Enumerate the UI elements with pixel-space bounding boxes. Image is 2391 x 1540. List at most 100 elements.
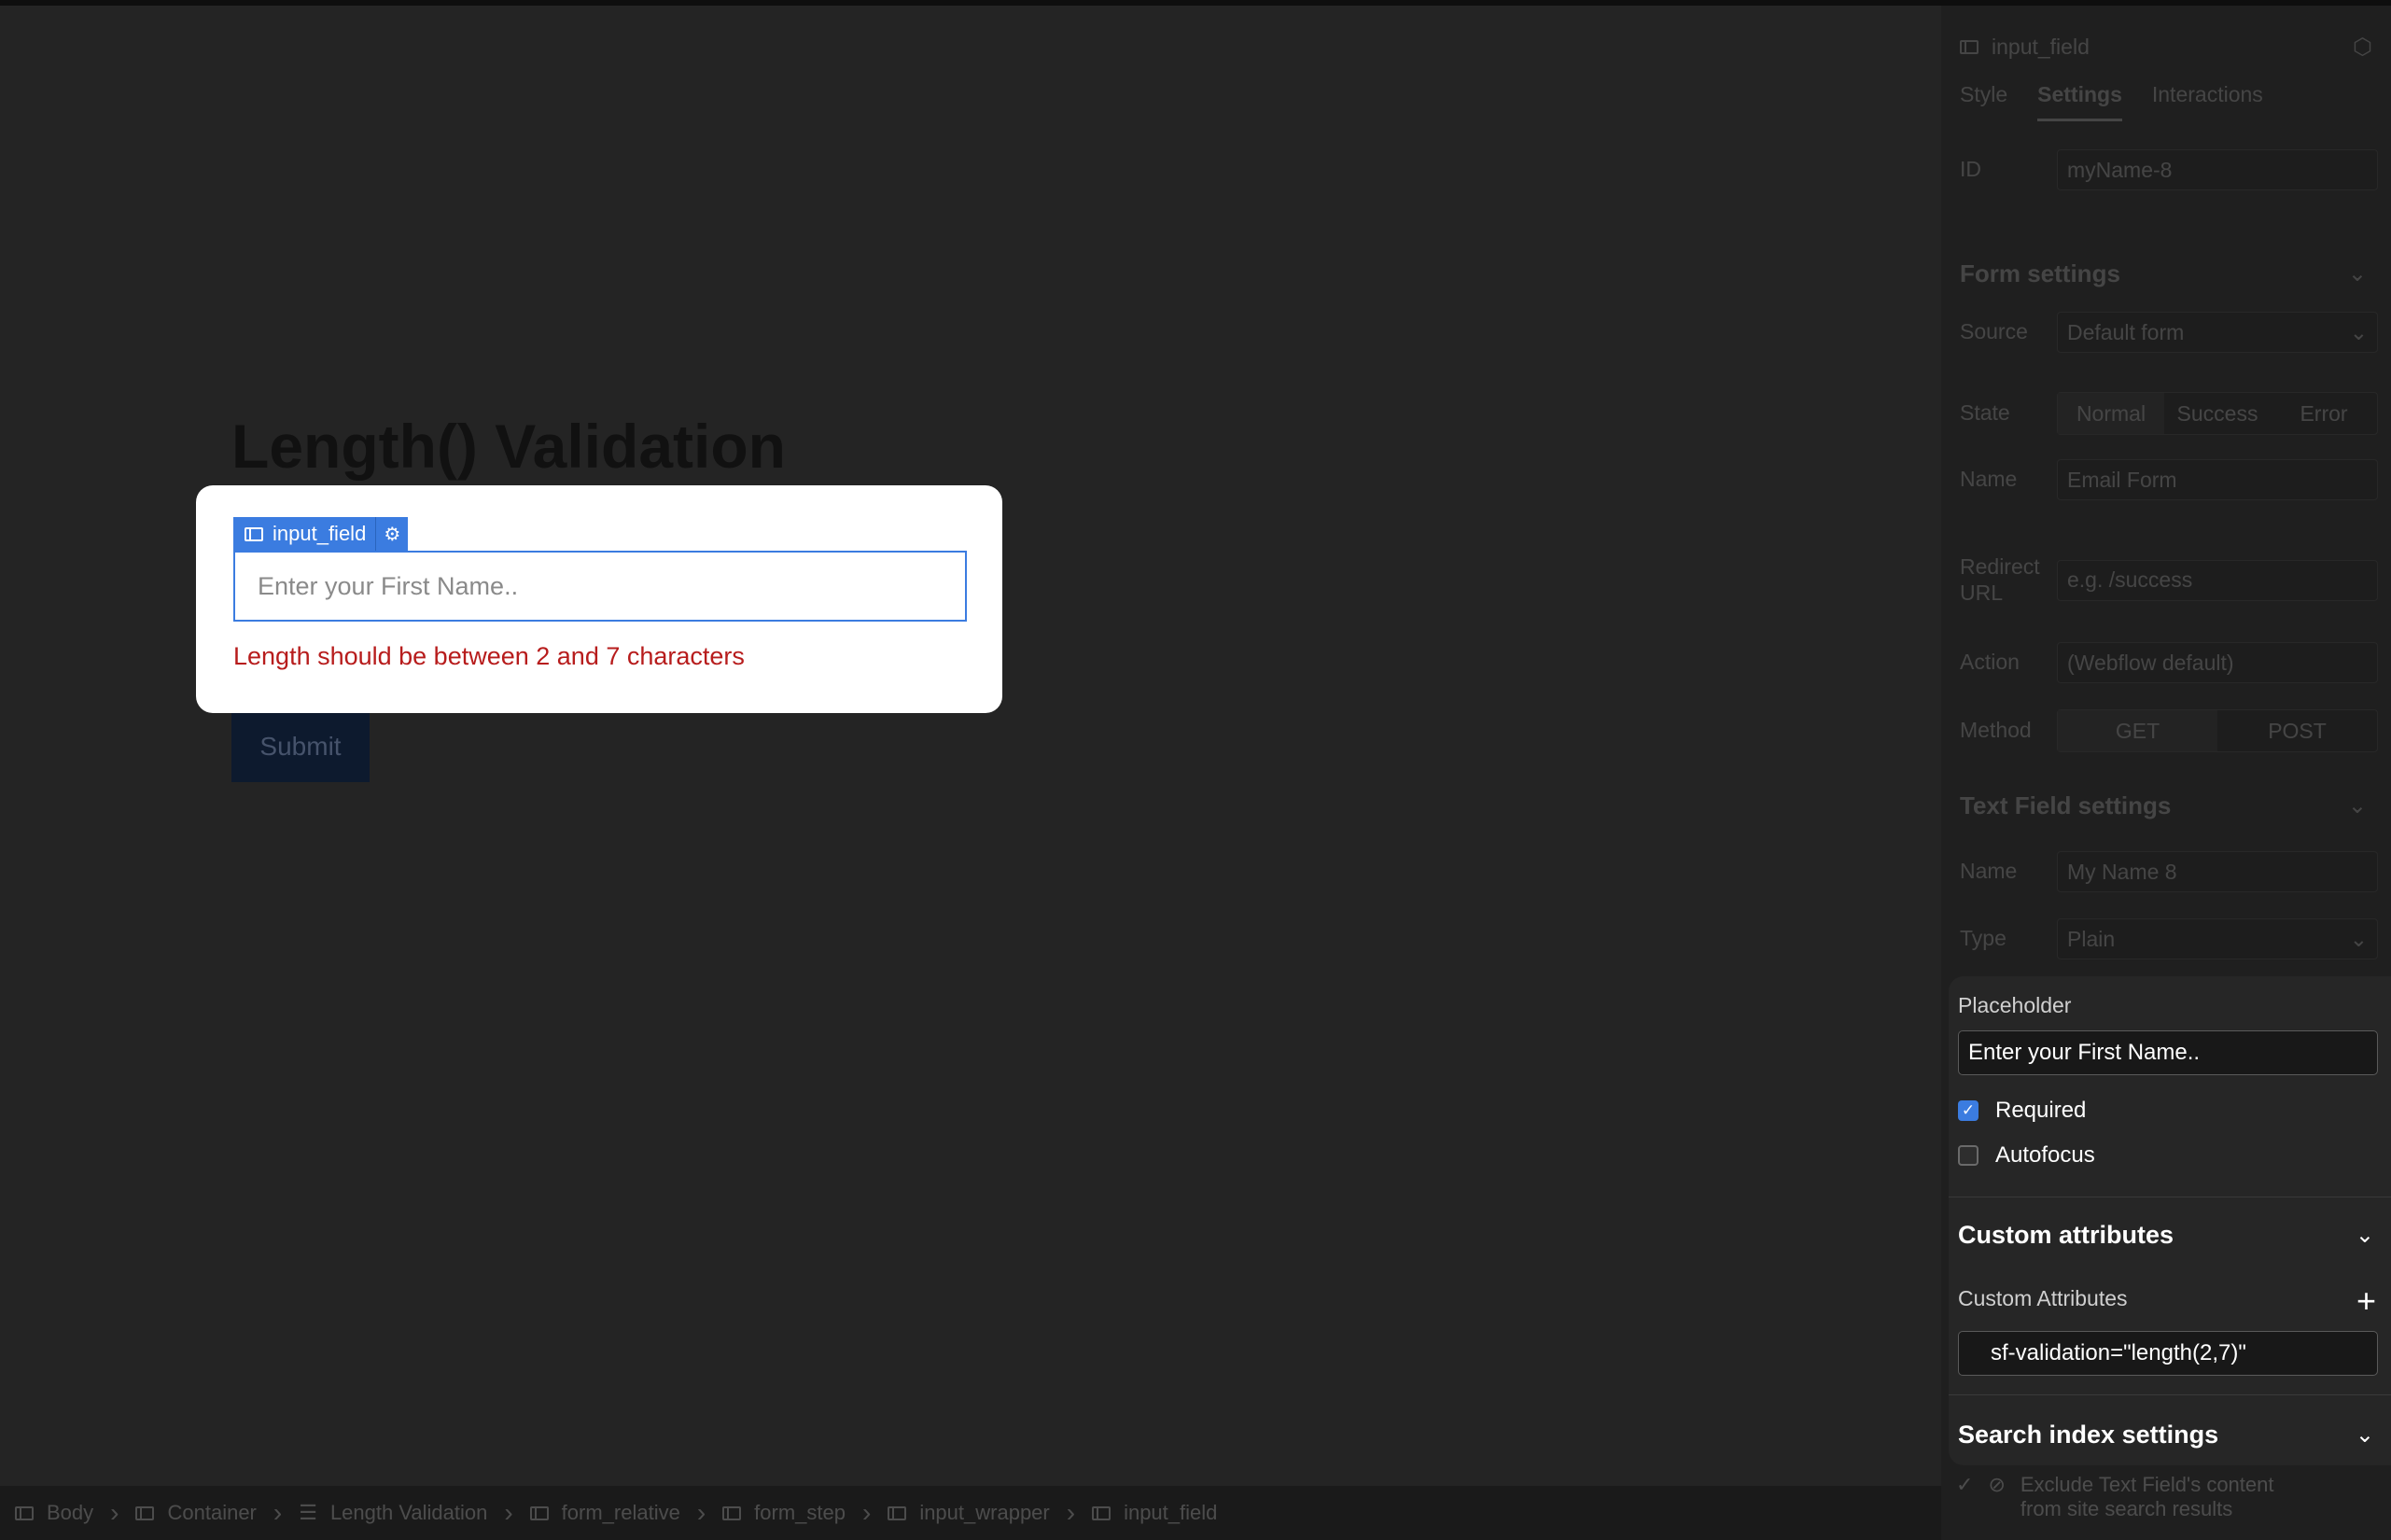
redirect-row: Redirect URL e.g. /success	[1960, 554, 2378, 606]
breadcrumb-label: Container	[167, 1501, 257, 1524]
state-error[interactable]: Error	[2271, 393, 2377, 434]
state-label: State	[1960, 400, 2010, 426]
selection-tag-label: input_field	[273, 522, 367, 545]
state-normal[interactable]: Normal	[2058, 393, 2164, 434]
custom-attribute-item[interactable]: sf-validation="length(2,7)"	[1958, 1331, 2378, 1376]
panel-header: input_field ⬡	[1960, 28, 2372, 65]
breadcrumb-separator-icon: ›	[861, 1498, 872, 1527]
design-canvas[interactable]: Length() Validation N Submit input_field…	[0, 6, 1941, 1486]
breadcrumb-item-input-wrapper[interactable]: input_wrapper	[888, 1501, 1066, 1525]
body-icon	[15, 1505, 34, 1520]
custom-attributes-label: Custom Attributes	[1958, 1286, 2128, 1310]
source-label: Source	[1960, 319, 2028, 344]
selection-tag-name[interactable]: input_field	[233, 517, 375, 551]
component-icon[interactable]: ⬡	[2353, 34, 2372, 61]
breadcrumb-separator-icon: ›	[273, 1498, 283, 1527]
breadcrumb-items: Body › Container › ☰ Length Validation › …	[15, 1498, 1234, 1528]
action-row: Action (Webflow default)	[1960, 642, 2378, 683]
type-select[interactable]: Plain	[2057, 918, 2378, 959]
search-index-settings-header[interactable]: Search index settings ⌄	[1958, 1421, 2374, 1449]
search-exclude-icon: ⊘	[1988, 1473, 2006, 1496]
breadcrumb-label: input_wrapper	[919, 1501, 1050, 1524]
input-element-icon	[245, 526, 263, 541]
source-select[interactable]: Default form	[2057, 312, 2378, 353]
breadcrumb-item-heading[interactable]: ☰ Length Validation	[299, 1501, 504, 1525]
autofocus-label: Autofocus	[1995, 1142, 2095, 1168]
tab-style[interactable]: Style	[1960, 82, 2007, 121]
form-settings-header[interactable]: Form settings ⌄	[1960, 259, 2367, 288]
gear-icon[interactable]: ⚙	[375, 517, 408, 551]
exclude-search-option[interactable]: ✓ ⊘ Exclude Text Field's content from si…	[1956, 1473, 2273, 1522]
chevron-down-icon: ⌄	[2355, 1223, 2374, 1248]
form-name-label: Name	[1960, 467, 2018, 492]
add-attribute-icon[interactable]: +	[2356, 1284, 2376, 1318]
submit-button[interactable]: Submit	[231, 711, 370, 782]
panel-element-name: input_field	[1992, 34, 2090, 59]
panel-tabs: Style Settings Interactions	[1960, 82, 2263, 121]
input-element-icon	[1960, 39, 1979, 54]
chevron-down-icon: ⌄	[2355, 1422, 2374, 1448]
id-label: ID	[1960, 157, 1981, 182]
tab-interactions[interactable]: Interactions	[2152, 82, 2263, 121]
autofocus-checkbox-row[interactable]: Autofocus	[1958, 1142, 2095, 1169]
breadcrumb: Body › Container › ☰ Length Validation › …	[0, 1486, 1941, 1540]
selection-tag[interactable]: input_field ⚙	[233, 517, 409, 551]
chevron-down-icon: ⌄	[2347, 261, 2367, 287]
text-field-settings-header[interactable]: Text Field settings ⌄	[1960, 791, 2367, 820]
breadcrumb-separator-icon: ›	[504, 1498, 513, 1527]
autofocus-checkbox[interactable]	[1958, 1145, 1979, 1166]
field-name-field[interactable]: My Name 8	[2057, 851, 2378, 892]
source-row: Source Default form	[1960, 312, 2378, 353]
search-index-settings-title: Search index settings	[1958, 1421, 2219, 1449]
type-row: Type Plain	[1960, 918, 2378, 959]
breadcrumb-item-input-field[interactable]: input_field	[1092, 1501, 1234, 1525]
method-row: Method GET POST	[1960, 709, 2378, 752]
focused-element-card: input_field ⚙ Length should be between 2…	[196, 485, 1002, 713]
breadcrumb-separator-icon: ›	[110, 1498, 119, 1527]
state-success[interactable]: Success	[2164, 393, 2271, 434]
breadcrumb-label: form_relative	[561, 1501, 680, 1524]
first-name-input[interactable]	[233, 551, 967, 622]
redirect-field[interactable]: e.g. /success	[2057, 559, 2378, 601]
chevron-down-icon: ⌄	[2347, 793, 2367, 819]
required-checkbox[interactable]: ✓	[1958, 1100, 1979, 1121]
breadcrumb-item-container[interactable]: Container	[135, 1501, 273, 1525]
highlighted-settings-section: Placeholder Enter your First Name.. ✓ Re…	[1949, 976, 2391, 1465]
form-name-field[interactable]: Email Form	[2057, 459, 2378, 500]
id-field[interactable]: myName-8	[2057, 149, 2378, 190]
checkmark-icon[interactable]: ✓	[1956, 1473, 1973, 1497]
required-label: Required	[1995, 1098, 2087, 1123]
method-label: Method	[1960, 718, 2032, 743]
redirect-label: Redirect URL	[1960, 554, 2040, 605]
breadcrumb-separator-icon: ›	[1066, 1498, 1076, 1527]
div-block-icon	[888, 1505, 907, 1520]
breadcrumb-item-body[interactable]: Body	[15, 1501, 110, 1525]
method-post[interactable]: POST	[2217, 710, 2377, 751]
validation-error-message: Length should be between 2 and 7 charact…	[233, 642, 745, 670]
exclude-text-line-1: Exclude Text Field's content	[2020, 1473, 2274, 1496]
divider	[1949, 1394, 2391, 1395]
page-heading[interactable]: Length() Validation	[231, 411, 786, 482]
div-block-icon	[529, 1505, 549, 1520]
placeholder-input[interactable]: Enter your First Name..	[1958, 1030, 2378, 1075]
breadcrumb-label: input_field	[1124, 1501, 1218, 1524]
exclude-text-line-2: from site search results	[2020, 1497, 2233, 1521]
breadcrumb-label: Body	[47, 1501, 94, 1524]
breadcrumb-label: Length Validation	[329, 1501, 488, 1524]
state-segmented-control: Normal Success Error	[2057, 392, 2378, 435]
action-field[interactable]: (Webflow default)	[2057, 642, 2378, 683]
placeholder-label: Placeholder	[1958, 993, 2072, 1017]
breadcrumb-item-form-relative[interactable]: form_relative	[529, 1501, 697, 1525]
id-row: ID myName-8	[1960, 149, 2378, 190]
method-get[interactable]: GET	[2058, 710, 2217, 751]
field-name-label: Name	[1960, 859, 2018, 884]
breadcrumb-label: form_step	[754, 1501, 846, 1524]
field-name-row: Name My Name 8	[1960, 851, 2378, 892]
breadcrumb-item-form-step[interactable]: form_step	[722, 1501, 862, 1525]
tab-settings[interactable]: Settings	[2037, 82, 2122, 121]
breadcrumb-separator-icon: ›	[696, 1498, 706, 1527]
required-checkbox-row[interactable]: ✓ Required	[1958, 1098, 2086, 1124]
action-label: Action	[1960, 650, 2020, 675]
custom-attributes-header[interactable]: Custom attributes ⌄	[1958, 1221, 2374, 1250]
custom-attributes-title: Custom attributes	[1958, 1221, 2174, 1249]
